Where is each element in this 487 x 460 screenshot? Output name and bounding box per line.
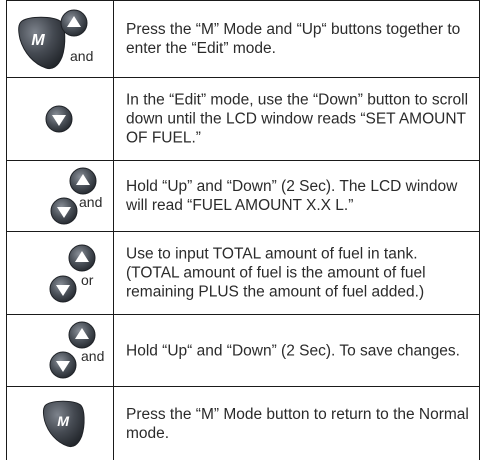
step-instruction: Press the “M” Mode button to return to t…	[126, 405, 469, 442]
step-conjunction: and	[79, 194, 103, 210]
down-arrow-button-icon	[49, 275, 77, 303]
svg-text:M: M	[57, 413, 70, 429]
step-icon-cell: and	[7, 315, 114, 386]
step-row: M and Press the “M” Mode and “Up“ button…	[7, 0, 479, 78]
step-row: and Hold “Up“ and “Down” (2 Sec). To sav…	[7, 315, 479, 387]
down-arrow-button-icon	[50, 197, 78, 225]
step-row: or Use to input TOTAL amount of fuel in …	[7, 232, 479, 315]
step-instruction: Hold “Up” and “Down” (2 Sec). The LCD wi…	[126, 178, 458, 214]
step-row: In the “Edit” mode, use the “Down” butto…	[7, 78, 479, 161]
down-arrow-button-icon	[45, 105, 73, 133]
step-instruction: In the “Edit” mode, use the “Down” butto…	[126, 91, 469, 147]
step-conjunction: or	[81, 272, 94, 288]
step-conjunction: and	[70, 48, 94, 64]
instruction-steps-table: M and Press the “M” Mode and “Up“ button…	[6, 0, 480, 460]
up-arrow-button-icon	[69, 167, 97, 195]
step-icon-cell: and	[7, 161, 114, 231]
step-row: and Hold “Up” and “Down” (2 Sec). The LC…	[7, 161, 479, 232]
step-icon-cell: or	[7, 232, 114, 314]
step-instruction: Hold “Up“ and “Down” (2 Sec). To save ch…	[126, 342, 460, 359]
step-conjunction: and	[81, 348, 105, 364]
down-arrow-button-icon	[49, 351, 77, 379]
step-instruction: Use to input TOTAL amount of fuel in tan…	[126, 245, 426, 301]
step-icon-cell: M	[7, 387, 114, 460]
up-arrow-button-icon	[68, 244, 96, 272]
svg-text:M: M	[31, 32, 45, 49]
m-mode-button-icon: M	[42, 400, 85, 448]
up-arrow-button-icon	[68, 321, 96, 349]
step-icon-cell: M and	[7, 1, 114, 77]
step-icon-cell	[7, 78, 114, 160]
step-row: M Press the “M” Mode button to return to…	[7, 387, 479, 460]
step-instruction: Press the “M” Mode and “Up“ buttons toge…	[126, 21, 461, 57]
up-arrow-button-icon	[60, 9, 88, 37]
